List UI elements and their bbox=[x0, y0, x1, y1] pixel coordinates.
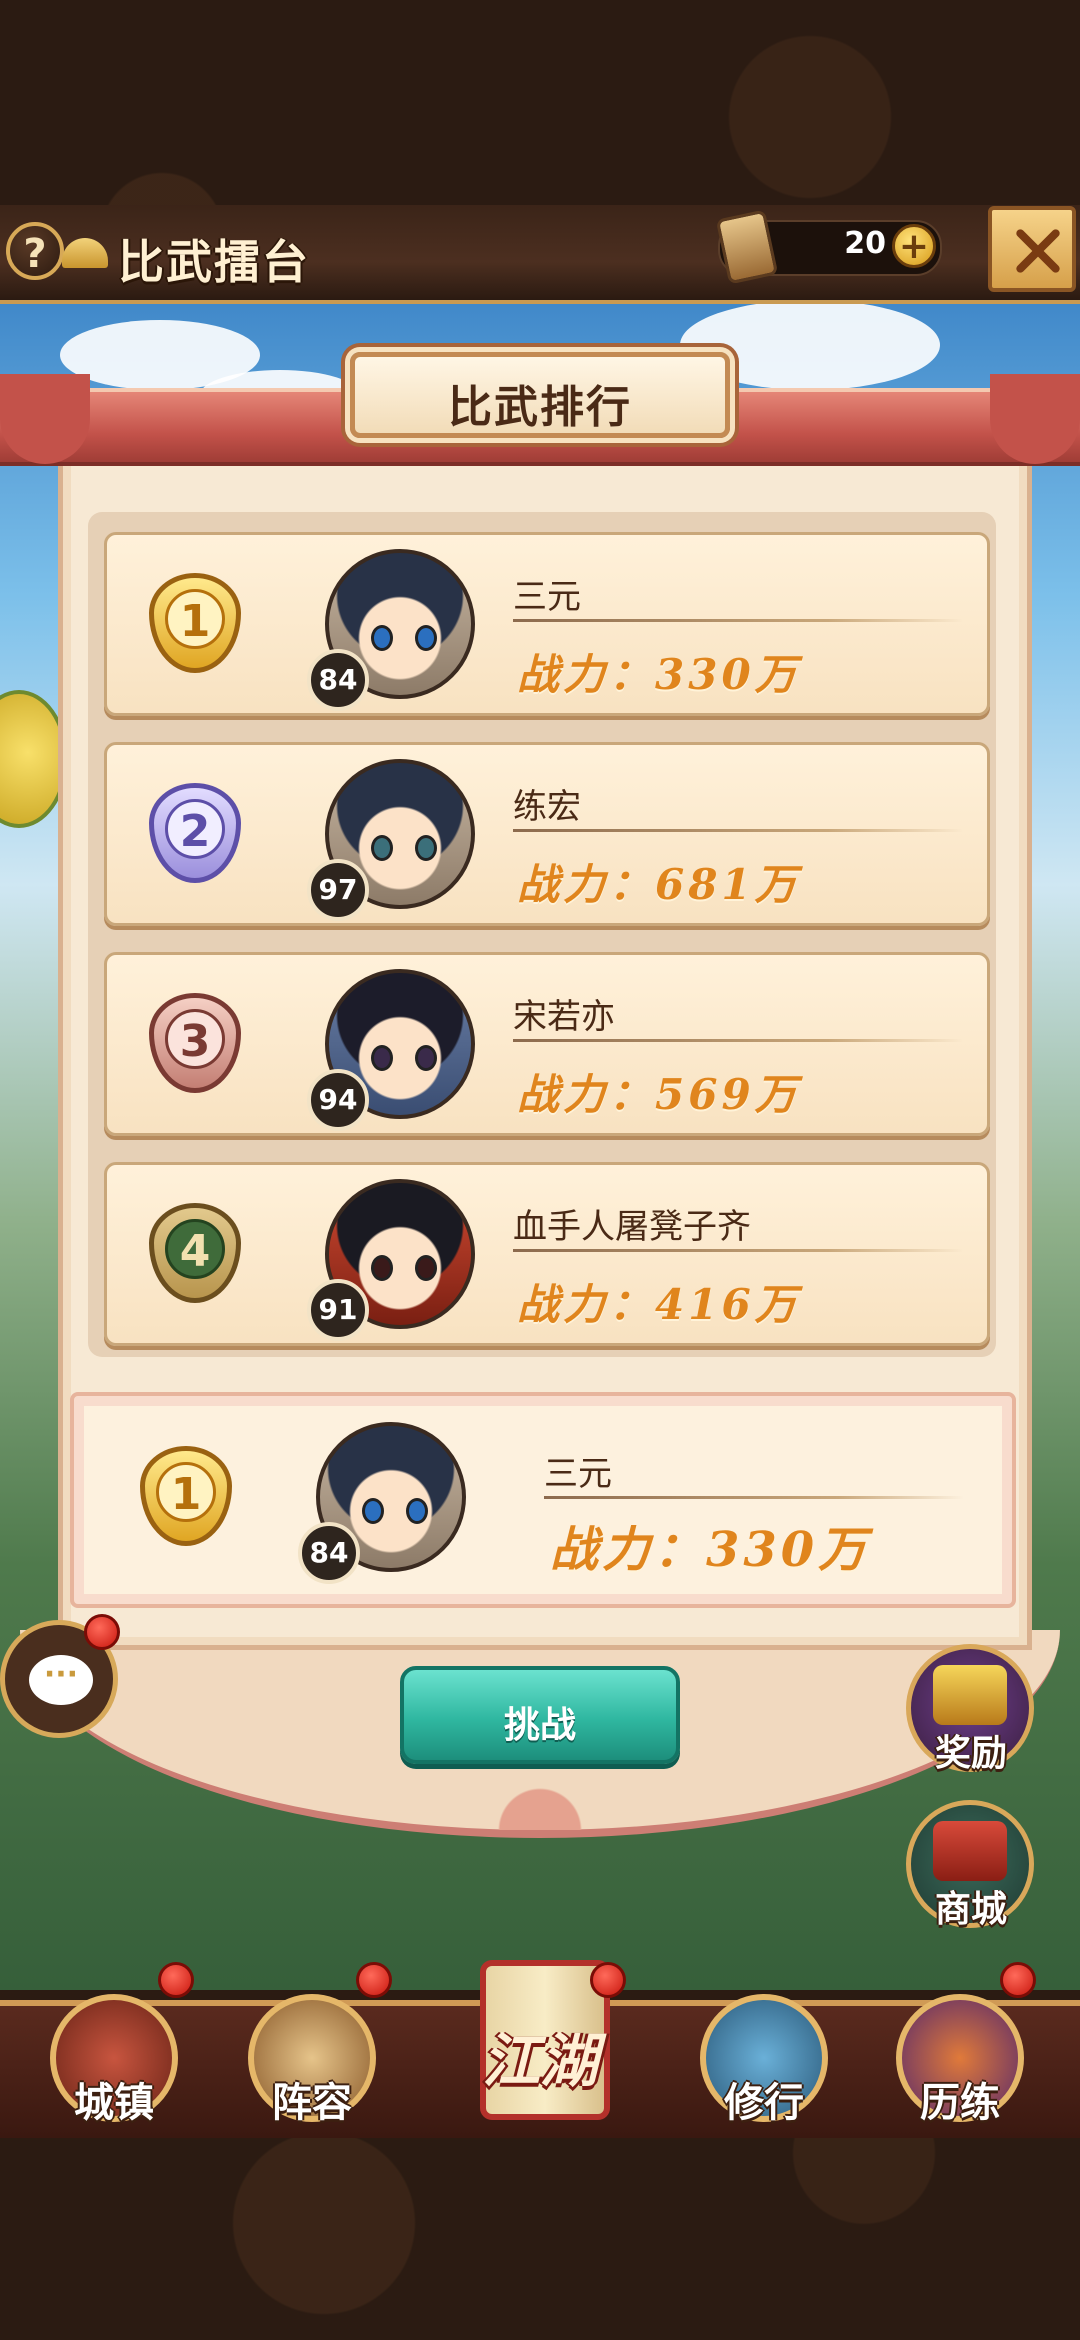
avatar[interactable]: 84 bbox=[307, 541, 477, 711]
nav-label: 城镇 bbox=[74, 2080, 154, 2126]
level-badge: 94 bbox=[307, 1069, 369, 1131]
nav-town[interactable]: 城镇 bbox=[44, 1984, 184, 2134]
player-name: 三元 bbox=[544, 1454, 612, 1494]
panel-title: 比武排行 bbox=[448, 382, 632, 433]
avatar[interactable]: 84 bbox=[298, 1414, 468, 1584]
name-divider bbox=[544, 1496, 964, 1499]
ranking-row[interactable]: 2 97 练宏 战力：681万 bbox=[104, 742, 990, 926]
player-name: 练宏 bbox=[513, 787, 581, 827]
ranking-row[interactable]: 1 84 三元 战力：330万 bbox=[104, 532, 990, 716]
nav-label: 江湖 bbox=[481, 2027, 598, 2095]
ranking-row[interactable]: 4 91 血手人屠凳子齐 战力：416万 bbox=[104, 1162, 990, 1346]
help-button[interactable]: ? bbox=[6, 222, 64, 280]
combat-power: 战力：330万 bbox=[517, 650, 801, 699]
shop-stall-icon bbox=[933, 1821, 1007, 1881]
player-name: 三元 bbox=[513, 577, 581, 617]
player-name: 宋若亦 bbox=[513, 997, 615, 1037]
my-rank-panel: 1 84 三元 战力：330万 bbox=[70, 1392, 1016, 1608]
nav-cultivation[interactable]: 修行 bbox=[694, 1984, 834, 2134]
level-badge: 97 bbox=[307, 859, 369, 921]
panel-banner: 比武排行 bbox=[350, 352, 730, 438]
page-title: 比武擂台 bbox=[118, 235, 310, 289]
notification-dot bbox=[590, 1962, 626, 1998]
rank-medal-gold: 1 bbox=[135, 563, 255, 683]
rank-medal-purple: 2 bbox=[135, 773, 255, 893]
combat-power: 战力：681万 bbox=[517, 860, 801, 909]
close-button[interactable] bbox=[988, 206, 1076, 292]
rank-medal-gold: 1 bbox=[126, 1436, 246, 1556]
notification-dot bbox=[356, 1962, 392, 1998]
currency-value: 20 bbox=[844, 226, 886, 261]
combat-power: 战力：569万 bbox=[517, 1070, 801, 1119]
ranking-row[interactable]: 3 94 宋若亦 战力：569万 bbox=[104, 952, 990, 1136]
notification-dot bbox=[84, 1614, 120, 1650]
challenge-button[interactable]: 挑战 bbox=[400, 1666, 680, 1764]
nav-training[interactable]: 历练 bbox=[890, 1984, 1030, 2134]
rank-medal-green: 4 bbox=[135, 1193, 255, 1313]
scroll-ornament bbox=[420, 1770, 660, 1830]
rank-medal-bronze: 3 bbox=[135, 983, 255, 1103]
notification-dot bbox=[158, 1962, 194, 1998]
add-currency-button[interactable]: + bbox=[892, 224, 936, 268]
player-name: 血手人屠凳子齐 bbox=[513, 1207, 751, 1247]
level-badge: 91 bbox=[307, 1279, 369, 1341]
level-badge: 84 bbox=[307, 649, 369, 711]
name-divider bbox=[513, 1249, 963, 1252]
name-divider bbox=[513, 619, 963, 622]
avatar[interactable]: 94 bbox=[307, 961, 477, 1131]
nav-lineup[interactable]: 阵容 bbox=[242, 1984, 382, 2134]
nav-label: 历练 bbox=[920, 2080, 1000, 2126]
name-divider bbox=[513, 829, 963, 832]
avatar[interactable]: 91 bbox=[307, 1171, 477, 1341]
challenge-label: 挑战 bbox=[503, 1705, 576, 1746]
notification-dot bbox=[1000, 1962, 1036, 1998]
combat-power: 战力：416万 bbox=[517, 1280, 801, 1329]
avatar[interactable]: 97 bbox=[307, 751, 477, 921]
chat-icon: ··· bbox=[29, 1655, 93, 1705]
shop-label: 商城 bbox=[934, 1889, 1007, 1930]
nav-label: 阵容 bbox=[272, 2080, 352, 2126]
reward-label: 奖励 bbox=[934, 1733, 1007, 1774]
treasure-chest-icon bbox=[933, 1665, 1007, 1725]
level-badge: 84 bbox=[298, 1522, 360, 1584]
combat-power: 战力：330万 bbox=[550, 1522, 871, 1578]
name-divider bbox=[513, 1039, 963, 1042]
nav-label: 修行 bbox=[724, 2080, 804, 2126]
